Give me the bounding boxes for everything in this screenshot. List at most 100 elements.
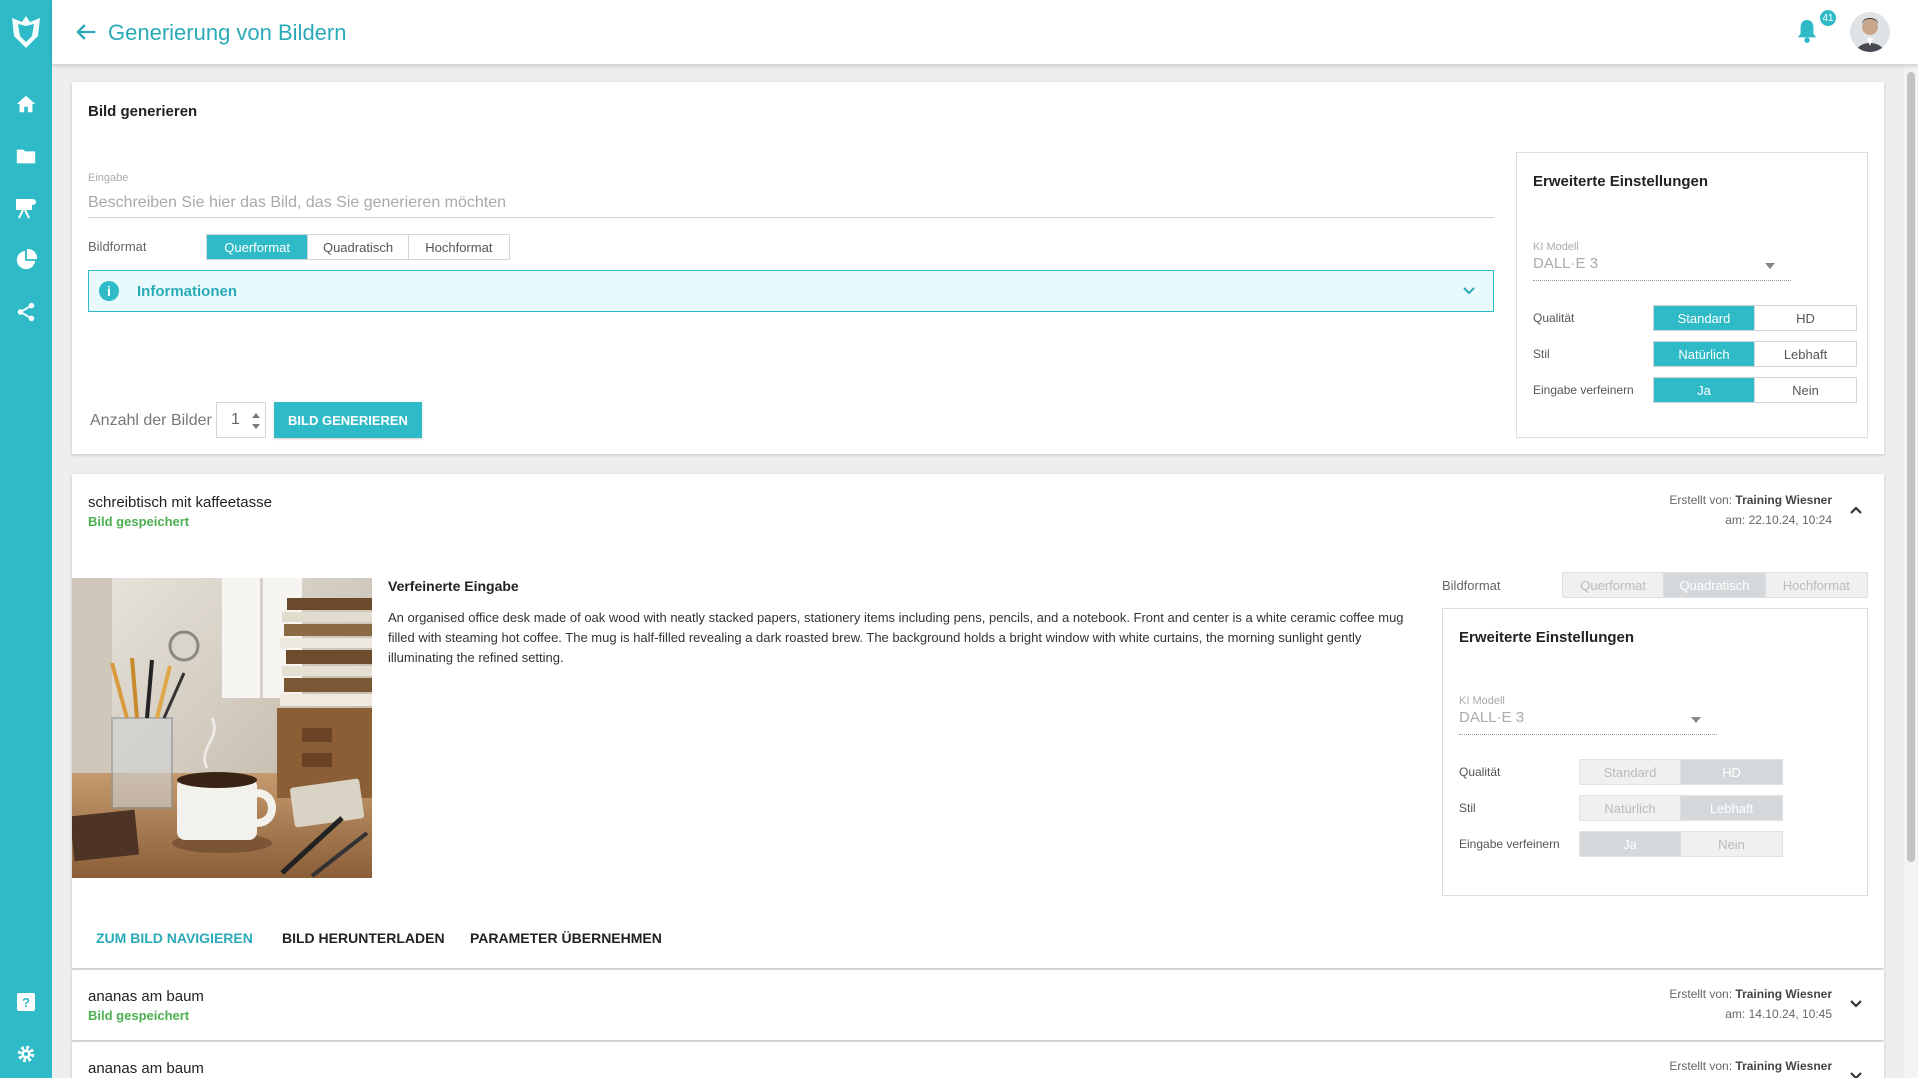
model-select: DALL·E 3 [1459, 709, 1717, 735]
apply-parameters-button[interactable]: PARAMETER ÜBERNEHMEN [470, 930, 662, 946]
gear-icon[interactable] [12, 1040, 40, 1068]
quality-label: Qualität [1459, 765, 1501, 779]
format-option-square[interactable]: Quadratisch [308, 235, 409, 259]
pie-chart-icon[interactable] [12, 246, 40, 274]
style-toggle: Natürlich Lebhaft [1653, 341, 1857, 367]
style-label: Stil [1533, 347, 1550, 361]
chevron-down-icon[interactable] [1846, 1066, 1866, 1078]
created-by-label: Erstellt von: [1669, 987, 1733, 1001]
count-stepper[interactable]: 1 [216, 402, 266, 438]
refined-prompt-title: Verfeinerte Eingabe [388, 578, 519, 594]
prompt-label: Eingabe [88, 172, 129, 184]
created-by-label: Erstellt von: [1669, 1059, 1733, 1073]
format-label: Bildformat [1442, 578, 1501, 593]
quality-option-standard[interactable]: Standard [1654, 306, 1755, 330]
created-by-label: Erstellt von: [1669, 493, 1733, 507]
result-meta: Erstellt von: Training Wiesner am: 22.10… [1669, 490, 1832, 530]
result-card-collapsed[interactable]: ananas am baum Bild gespeichert Erstellt… [72, 970, 1884, 1040]
top-header: Generierung von Bildern 41 [52, 0, 1918, 64]
quality-toggle-readonly: Standard HD [1579, 759, 1783, 785]
format-option-portrait: Hochformat [1765, 573, 1867, 597]
refine-label: Eingabe verfeinern [1533, 383, 1634, 397]
model-value: DALL·E 3 [1533, 255, 1599, 272]
style-option-vivid[interactable]: Lebhaft [1755, 342, 1856, 366]
quality-option-standard: Standard [1580, 760, 1681, 784]
chevron-up-icon[interactable] [1846, 500, 1866, 520]
presentation-icon[interactable] [12, 194, 40, 222]
advanced-settings-panel: Erweiterte Einstellungen KI Modell DALL·… [1516, 152, 1868, 438]
format-toggle: Querformat Quadratisch Hochformat [206, 234, 510, 260]
result-status: Bild gespeichert [88, 1008, 190, 1023]
refine-option-no: Nein [1681, 832, 1782, 856]
quality-option-hd: HD [1681, 760, 1782, 784]
back-arrow-icon[interactable] [72, 18, 100, 46]
result-meta: Erstellt von: Training Wiesner am: 14.10… [1669, 984, 1832, 1024]
format-option-square: Quadratisch [1664, 573, 1766, 597]
scrollbar-thumb[interactable] [1907, 72, 1915, 862]
info-label: Informationen [137, 283, 237, 300]
result-card-collapsed[interactable]: ananas am baum Erstellt von: Training Wi… [72, 1042, 1884, 1078]
refine-toggle: Ja Nein [1653, 377, 1857, 403]
page-scrollbar[interactable] [1904, 64, 1918, 1078]
refine-option-no[interactable]: Nein [1755, 378, 1856, 402]
style-option-natural[interactable]: Natürlich [1654, 342, 1755, 366]
page-title: Generierung von Bildern [108, 20, 347, 45]
refine-toggle-readonly: Ja Nein [1579, 831, 1783, 857]
refine-label: Eingabe verfeinern [1459, 837, 1560, 851]
advanced-title: Erweiterte Einstellungen [1533, 173, 1709, 190]
created-date: am: 14.10.24, 10:45 [1725, 1007, 1832, 1021]
card-title: Bild generieren [88, 103, 198, 120]
result-status: Bild gespeichert [88, 514, 190, 529]
result-card-expanded: schreibtisch mit kaffeetasse Bild gespei… [72, 474, 1884, 968]
advanced-settings-panel-readonly: Erweiterte Einstellungen KI Modell DALL·… [1442, 608, 1868, 896]
folder-icon[interactable] [12, 142, 40, 170]
svg-text:?: ? [22, 995, 30, 1010]
avatar[interactable] [1850, 12, 1890, 52]
help-icon[interactable]: ? [12, 988, 40, 1016]
download-image-button[interactable]: BILD HERUNTERLADEN [282, 930, 445, 946]
style-option-vivid: Lebhaft [1681, 796, 1782, 820]
refine-option-yes: Ja [1580, 832, 1681, 856]
model-label: KI Modell [1533, 241, 1579, 253]
created-by-name: Training Wiesner [1735, 1059, 1832, 1073]
advanced-title: Erweiterte Einstellungen [1459, 629, 1635, 646]
model-select[interactable]: DALL·E 3 [1533, 255, 1791, 281]
result-meta: Erstellt von: Training Wiesner [1669, 1056, 1832, 1076]
style-toggle-readonly: Natürlich Lebhaft [1579, 795, 1783, 821]
stepper-arrows-icon[interactable] [251, 409, 261, 433]
dropdown-caret-icon [1765, 263, 1775, 269]
home-icon[interactable] [12, 90, 40, 118]
info-icon: i [99, 281, 119, 301]
format-label: Bildformat [88, 239, 147, 254]
info-accordion[interactable]: i Informationen [88, 270, 1494, 312]
quality-toggle: Standard HD [1653, 305, 1857, 331]
generate-button[interactable]: BILD GENERIEREN [274, 402, 422, 438]
sidebar: ? [0, 0, 52, 1078]
generate-card: Bild generieren Eingabe Bildformat Querf… [72, 82, 1884, 454]
chevron-down-icon [1459, 281, 1479, 301]
refined-prompt-text: An organised office desk made of oak woo… [388, 610, 1404, 665]
dropdown-caret-icon [1691, 717, 1701, 723]
prompt-input[interactable] [88, 188, 1494, 218]
generated-image[interactable] [72, 578, 372, 878]
created-date: am: 22.10.24, 10:24 [1725, 513, 1832, 527]
quality-label: Qualität [1533, 311, 1575, 325]
notification-badge: 41 [1818, 8, 1838, 28]
style-label: Stil [1459, 801, 1476, 815]
app-logo[interactable] [8, 12, 44, 52]
format-option-landscape: Querformat [1563, 573, 1665, 597]
format-option-portrait[interactable]: Hochformat [408, 235, 509, 259]
chevron-down-icon[interactable] [1846, 994, 1866, 1014]
format-toggle-readonly: Querformat Quadratisch Hochformat [1562, 572, 1868, 598]
created-by-name: Training Wiesner [1735, 493, 1832, 507]
navigate-to-image-button[interactable]: ZUM BILD NAVIGIEREN [96, 930, 253, 946]
quality-option-hd[interactable]: HD [1755, 306, 1856, 330]
count-value: 1 [231, 411, 240, 428]
refine-option-yes[interactable]: Ja [1654, 378, 1755, 402]
created-by-name: Training Wiesner [1735, 987, 1832, 1001]
model-label: KI Modell [1459, 695, 1505, 707]
model-value: DALL·E 3 [1459, 709, 1525, 726]
format-option-landscape[interactable]: Querformat [207, 235, 309, 259]
result-title: schreibtisch mit kaffeetasse [88, 494, 272, 511]
share-icon[interactable] [12, 298, 40, 326]
